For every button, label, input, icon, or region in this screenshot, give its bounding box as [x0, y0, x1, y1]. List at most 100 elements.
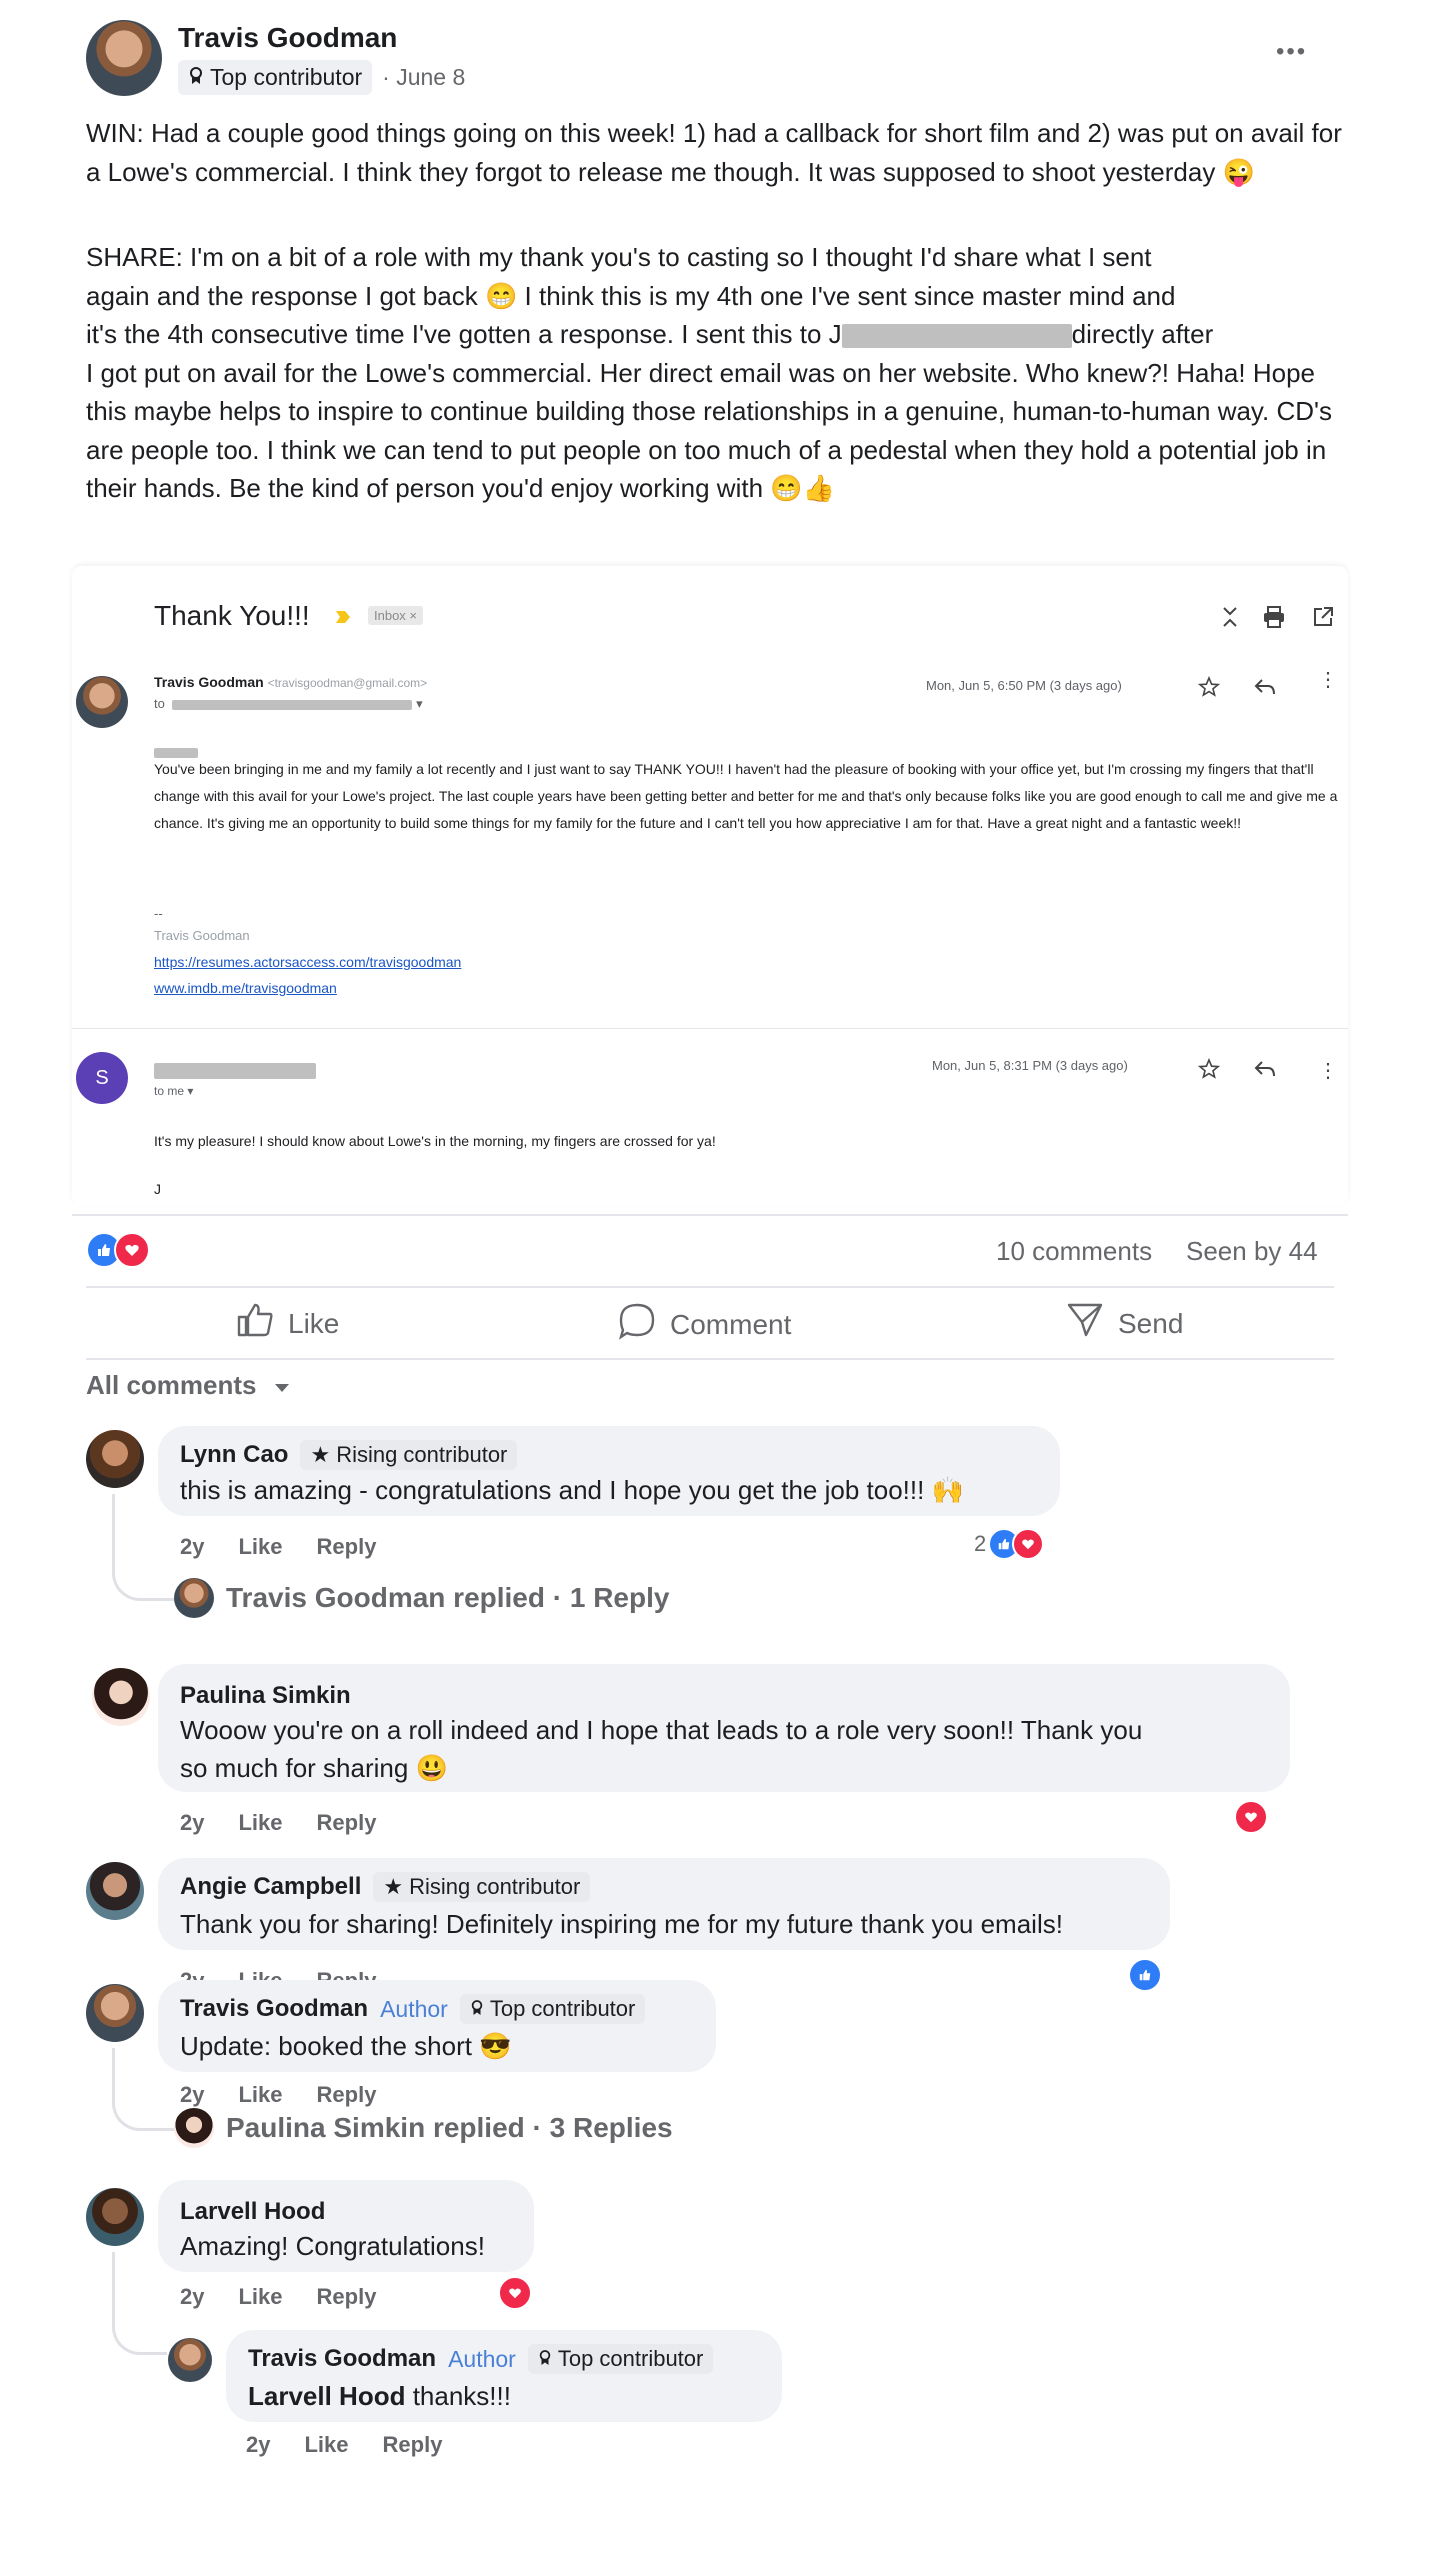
- avatar[interactable]: [86, 2188, 144, 2246]
- avatar[interactable]: [92, 1668, 150, 1726]
- print-icon[interactable]: [1262, 606, 1286, 633]
- post-author-name[interactable]: Travis Goodman: [178, 22, 397, 54]
- comment-like-button[interactable]: Like: [238, 1810, 282, 1836]
- author-tag: Author: [448, 2345, 516, 2372]
- comment-text: Update: booked the short 😎: [180, 2031, 512, 2061]
- avatar[interactable]: [86, 1862, 144, 1920]
- star-icon[interactable]: [1197, 675, 1221, 703]
- comment-count[interactable]: 10 comments: [996, 1236, 1152, 1267]
- comment-reactions[interactable]: 2: [974, 1528, 1045, 1560]
- share-rest: I got put on avail for the Lowe's commer…: [86, 357, 1332, 504]
- reply-icon-2[interactable]: [1254, 1060, 1276, 1083]
- comment-author[interactable]: Travis Goodman: [180, 1995, 368, 2023]
- email-sender-avatar: [76, 676, 128, 728]
- comment-author[interactable]: Larvell Hood: [180, 2198, 325, 2226]
- comment-like-button[interactable]: Like: [304, 2432, 348, 2458]
- important-marker-icon: [336, 610, 350, 628]
- comment-meta: 2y Like Reply: [180, 1534, 376, 1560]
- comment-author[interactable]: Angie Campbell: [180, 1873, 361, 1901]
- comment-reply-button[interactable]: Reply: [317, 1534, 377, 1560]
- comment-reply-button[interactable]: Reply: [317, 1810, 377, 1836]
- more-vert-icon[interactable]: ⋮: [1318, 670, 1338, 690]
- resume-link[interactable]: https://resumes.actorsaccess.com/travisg…: [154, 954, 461, 970]
- comment-time[interactable]: 2y: [180, 1810, 204, 1836]
- badge-label: Top contributor: [210, 64, 363, 90]
- like-button[interactable]: Like: [236, 1302, 339, 1345]
- email-date-2: Mon, Jun 5, 8:31 PM (3 days ago): [932, 1058, 1128, 1073]
- seen-by-count[interactable]: Seen by 44: [1186, 1236, 1318, 1267]
- card-divider-top: [72, 1214, 1348, 1216]
- email-separator: [72, 1028, 1348, 1029]
- comment-reply-button[interactable]: Reply: [317, 2284, 377, 2310]
- email-subject: Thank You!!!: [154, 600, 310, 631]
- comment-author[interactable]: Lynn Cao: [180, 1441, 288, 1469]
- star-icon-2[interactable]: [1197, 1057, 1221, 1085]
- comment-filter[interactable]: All comments: [86, 1370, 291, 1401]
- badge-label: Top contributor: [557, 2346, 704, 2371]
- like-label: Like: [288, 1307, 340, 1339]
- comment-time[interactable]: 2y: [180, 2082, 204, 2108]
- comment-author[interactable]: Paulina Simkin: [180, 1682, 351, 1710]
- mention-link[interactable]: Larvell Hood: [248, 2381, 405, 2411]
- view-replies-link[interactable]: Travis Goodman replied · 1 Reply: [226, 1582, 669, 1614]
- love-reaction-icon: [114, 1232, 150, 1268]
- comment-time[interactable]: 2y: [180, 2284, 204, 2310]
- post-author-avatar[interactable]: [86, 20, 162, 96]
- badge-label: Rising contributor: [409, 1874, 581, 1899]
- comment-text: Larvell Hood thanks!!!: [248, 2378, 511, 2415]
- view-replies-link[interactable]: Paulina Simkin replied · 3 Replies: [226, 2112, 673, 2144]
- share-line-3-end: directly after: [1071, 319, 1214, 349]
- comment-reply-button[interactable]: Reply: [383, 2432, 443, 2458]
- thumbs-up-icon: [236, 1302, 274, 1345]
- email-sender-address: <travisgoodman@gmail.com>: [267, 676, 428, 690]
- send-button[interactable]: Send: [1066, 1302, 1183, 1345]
- share-line-3: it's the 4th consecutive time I've gotte…: [86, 315, 1348, 354]
- send-label: Send: [1118, 1307, 1184, 1339]
- comment-time[interactable]: 2y: [246, 2432, 270, 2458]
- love-reaction-icon[interactable]: [1234, 1800, 1268, 1834]
- comment-like-button[interactable]: Like: [238, 2284, 282, 2310]
- open-new-window-icon[interactable]: [1312, 606, 1334, 633]
- rising-contributor-badge: ★ Rising contributor: [300, 1440, 518, 1470]
- redacted-reply-sender: [154, 1062, 316, 1080]
- comment-bubble: Larvell Hood Amazing! Congratulations!: [158, 2180, 534, 2272]
- comment-text-line-2: so much for sharing 😃: [180, 1753, 448, 1783]
- redacted-recipient: [172, 699, 413, 710]
- email-sig-initial: J: [154, 1181, 161, 1197]
- like-reaction-icon[interactable]: [1128, 1958, 1162, 1992]
- reply-icon[interactable]: [1254, 678, 1276, 701]
- email-to-label: to: [154, 696, 165, 711]
- love-reaction-icon[interactable]: [498, 2276, 532, 2310]
- more-options-icon[interactable]: •••: [1276, 38, 1307, 66]
- top-contributor-badge: Top contributor: [527, 2344, 714, 2374]
- thread-line: [112, 1494, 177, 1601]
- comment-reply-button[interactable]: Reply: [317, 2082, 377, 2108]
- comment-bubble: Travis Goodman Author Top contributor La…: [226, 2330, 782, 2422]
- imdb-link[interactable]: www.imdb.me/travisgoodman: [154, 980, 337, 996]
- award-icon: [470, 1996, 484, 2022]
- more-vert-icon-2[interactable]: ⋮: [1318, 1058, 1338, 1083]
- comment-text: Thank you for sharing! Definitely inspir…: [180, 1909, 1063, 1939]
- comment-author[interactable]: Travis Goodman: [248, 2345, 436, 2373]
- comment-like-button[interactable]: Like: [238, 1534, 282, 1560]
- action-divider-bottom: [86, 1358, 1334, 1360]
- award-icon: [188, 64, 204, 91]
- comment-time[interactable]: 2y: [180, 1534, 204, 1560]
- comment-button[interactable]: Comment: [618, 1302, 791, 1347]
- inbox-label: Inbox ×: [368, 606, 424, 625]
- email-screenshot: Thank You!!! Inbox × Travis Goodman <tra…: [72, 566, 1348, 1206]
- chevron-down-icon[interactable]: ▾: [416, 696, 423, 711]
- comment-meta: 2y Like Reply: [180, 2082, 376, 2108]
- avatar[interactable]: [86, 1430, 144, 1488]
- comment-text-line-1: Wooow you're on a roll indeed and I hope…: [180, 1715, 1143, 1745]
- email-reply-to[interactable]: to me ▾: [154, 1084, 193, 1098]
- avatar[interactable]: [168, 2338, 212, 2382]
- expand-icon[interactable]: [1220, 606, 1240, 633]
- award-icon: [538, 2346, 552, 2372]
- avatar[interactable]: [86, 1984, 144, 2042]
- reactions-summary[interactable]: [86, 1232, 150, 1268]
- post-date[interactable]: · June 8: [382, 64, 465, 91]
- comment-meta: 2y Like Reply: [246, 2432, 442, 2458]
- comment-like-button[interactable]: Like: [238, 2082, 282, 2108]
- email-sender-name: Travis Goodman: [154, 674, 264, 690]
